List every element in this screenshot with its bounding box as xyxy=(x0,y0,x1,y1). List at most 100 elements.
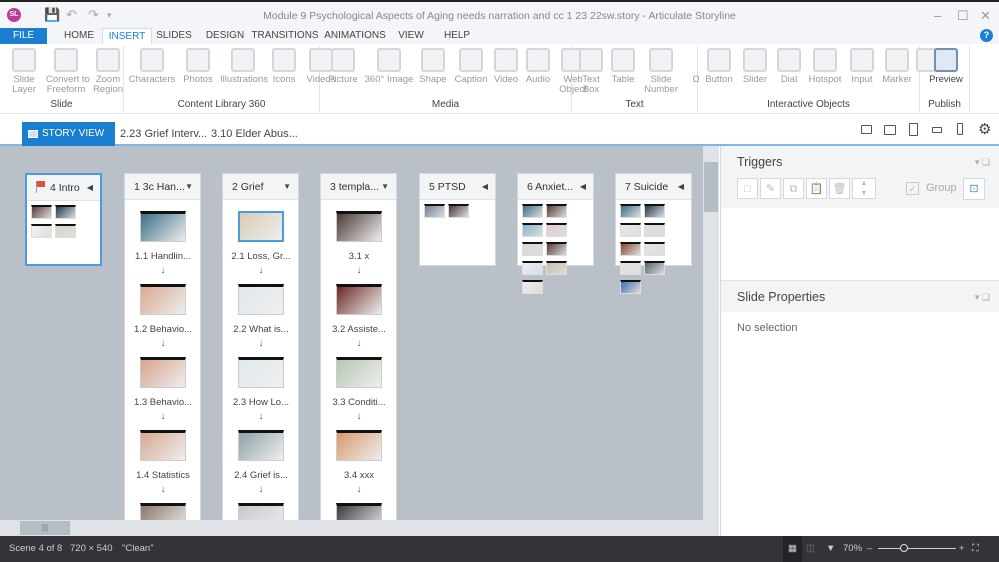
tablet-landscape-icon[interactable] xyxy=(884,125,896,135)
move-trigger-icon[interactable]: ▲ ▼ xyxy=(852,178,876,199)
slide-thumbnail[interactable] xyxy=(55,224,76,238)
group-checkbox[interactable]: ✓ xyxy=(906,182,919,195)
slide-item[interactable]: 3.1 x ↓ xyxy=(321,211,397,276)
text-box-button[interactable]: Text Box xyxy=(576,48,606,95)
panel-menu-icon[interactable]: ▾ ❏ xyxy=(975,281,990,313)
slide-thumbnail[interactable] xyxy=(55,205,76,219)
slide-number-button[interactable]: Slide Number xyxy=(640,48,682,95)
slide-item[interactable]: 1.3 Behavio... ↓ xyxy=(125,357,201,422)
slide-thumbnail[interactable] xyxy=(238,211,284,242)
slide-item[interactable]: 2.1 Loss, Gr... ↓ xyxy=(223,211,299,276)
paste-trigger-icon[interactable]: 📋 xyxy=(806,178,827,199)
variables-icon[interactable]: ⊡ xyxy=(963,178,985,200)
scene-header[interactable]: 5 PTSD ◀ xyxy=(420,174,495,200)
button-button[interactable]: Button xyxy=(702,48,736,85)
slide-thumbnail[interactable] xyxy=(238,284,284,315)
slide-thumbnail[interactable] xyxy=(424,204,445,218)
slide-thumbnail[interactable] xyxy=(522,261,543,275)
marker-button[interactable]: Marker xyxy=(880,48,914,85)
tab-home[interactable]: HOME xyxy=(57,28,101,44)
video-button[interactable]: Video xyxy=(492,48,520,85)
tab-design[interactable]: DESIGN xyxy=(201,28,249,44)
tab-file[interactable]: FILE xyxy=(0,28,47,44)
slide-thumbnail[interactable] xyxy=(644,242,665,256)
slide-thumbnail[interactable] xyxy=(31,205,52,219)
tab-slide-3-10[interactable]: 3.10 Elder Abus... xyxy=(211,122,298,146)
vertical-scrollbar[interactable] xyxy=(703,146,719,520)
scene-expand-icon[interactable]: ◀ xyxy=(678,174,684,200)
new-trigger-icon[interactable]: □ xyxy=(737,178,758,199)
horizontal-scroll-thumb[interactable]: ||| xyxy=(20,521,70,535)
slide-thumbnail[interactable] xyxy=(140,357,186,388)
slide-thumbnail[interactable] xyxy=(140,211,186,242)
slide-item[interactable]: 2.3 How Lo... ↓ xyxy=(223,357,299,422)
slide-thumbnail[interactable] xyxy=(522,223,543,237)
tablet-portrait-icon[interactable] xyxy=(909,123,918,136)
preview-button[interactable]: Preview xyxy=(924,48,968,85)
tab-slides[interactable]: SLIDES xyxy=(152,28,196,44)
slide-thumbnail[interactable] xyxy=(336,357,382,388)
slide-item[interactable]: 3.4 xxx ↓ xyxy=(321,430,397,495)
panel-menu-icon[interactable]: ▾ ❏ xyxy=(975,146,990,178)
slide-thumbnail[interactable] xyxy=(238,430,284,461)
slide-thumbnail[interactable] xyxy=(140,430,186,461)
dial-button[interactable]: Dial xyxy=(774,48,804,85)
slide-layer-button[interactable]: Slide Layer xyxy=(4,48,44,95)
input-button[interactable]: Input xyxy=(846,48,878,85)
convert-to-freeform-button[interactable]: Convert to Freeform xyxy=(46,48,90,95)
slide-item[interactable]: 2.2 What is... ↓ xyxy=(223,284,299,349)
icons-button[interactable]: Icons xyxy=(268,48,300,85)
slide-thumbnail[interactable] xyxy=(644,261,665,275)
360-image-button[interactable]: 360° Image xyxy=(364,48,414,85)
slide-thumbnail[interactable] xyxy=(620,261,641,275)
slide-thumbnail[interactable] xyxy=(522,280,543,294)
slide-thumbnail[interactable] xyxy=(644,204,665,218)
scene-card[interactable]: 3 templa... ▼ 3.1 x ↓ 3.2 Assiste... ↓ 3.3 Con… xyxy=(320,173,397,520)
scene-card[interactable]: 6 Anxiet... ◀ xyxy=(517,173,594,294)
tab-animations[interactable]: ANIMATIONS xyxy=(320,28,390,44)
scene-card[interactable]: 7 Suicide ◀ xyxy=(615,173,692,294)
illustrations-button[interactable]: Illustrations xyxy=(220,48,268,85)
slide-thumbnail[interactable] xyxy=(620,242,641,256)
slide-thumbnail[interactable] xyxy=(336,211,382,242)
scene-collapse-icon[interactable]: ▼ xyxy=(185,174,193,200)
scene-expand-icon[interactable]: ◀ xyxy=(482,174,488,200)
minimize-button[interactable]: – xyxy=(934,8,941,23)
slide-thumbnail[interactable] xyxy=(546,223,567,237)
slide-item[interactable]: 3.2 Assiste... ↓ xyxy=(321,284,397,349)
slider-button[interactable]: Slider xyxy=(738,48,772,85)
scene-header[interactable]: 6 Anxiet... ◀ xyxy=(518,174,593,200)
slide-thumbnail[interactable] xyxy=(336,503,382,520)
vertical-scroll-thumb[interactable] xyxy=(704,162,718,212)
slide-thumbnail[interactable] xyxy=(140,284,186,315)
slide-thumbnail[interactable] xyxy=(336,430,382,461)
laptop-preview-icon[interactable] xyxy=(861,125,872,134)
scene-card[interactable]: 4 Intro ◀ xyxy=(25,173,102,266)
scene-header[interactable]: 7 Suicide ◀ xyxy=(616,174,691,200)
slide-thumbnail[interactable] xyxy=(522,204,543,218)
shape-button[interactable]: Shape xyxy=(416,48,450,85)
slide-thumbnail[interactable] xyxy=(238,357,284,388)
scene-expand-icon[interactable]: ◀ xyxy=(580,174,586,200)
close-button[interactable]: ✕ xyxy=(980,8,991,24)
slide-thumbnail[interactable] xyxy=(448,204,469,218)
scene-header[interactable]: 2 Grief ▼ xyxy=(223,174,298,200)
audio-button[interactable]: Audio xyxy=(522,48,554,85)
slide-thumbnail[interactable] xyxy=(620,204,641,218)
scene-header[interactable]: 4 Intro ◀ xyxy=(27,175,100,201)
delete-trigger-icon[interactable]: 🗑 xyxy=(829,178,850,199)
tab-story-view[interactable]: STORY VIEW xyxy=(22,122,115,146)
scene-collapse-icon[interactable]: ▼ xyxy=(283,174,291,200)
picture-button[interactable]: Picture xyxy=(324,48,362,85)
slide-item[interactable]: 1.1 Handlin... ↓ xyxy=(125,211,201,276)
maximize-button[interactable]: ☐ xyxy=(957,8,969,24)
zoom-out-button[interactable]: – xyxy=(867,536,872,562)
zoom-slider[interactable] xyxy=(878,544,956,552)
slide-thumbnail[interactable] xyxy=(522,242,543,256)
slide-item[interactable] xyxy=(125,503,201,520)
scene-header[interactable]: 1 3c Han... ▼ xyxy=(125,174,200,200)
slide-thumbnail[interactable] xyxy=(620,280,641,294)
normal-view-icon[interactable]: ◫ xyxy=(806,536,815,562)
scene-card[interactable]: 5 PTSD ◀ xyxy=(419,173,496,266)
slide-thumbnail[interactable] xyxy=(546,242,567,256)
